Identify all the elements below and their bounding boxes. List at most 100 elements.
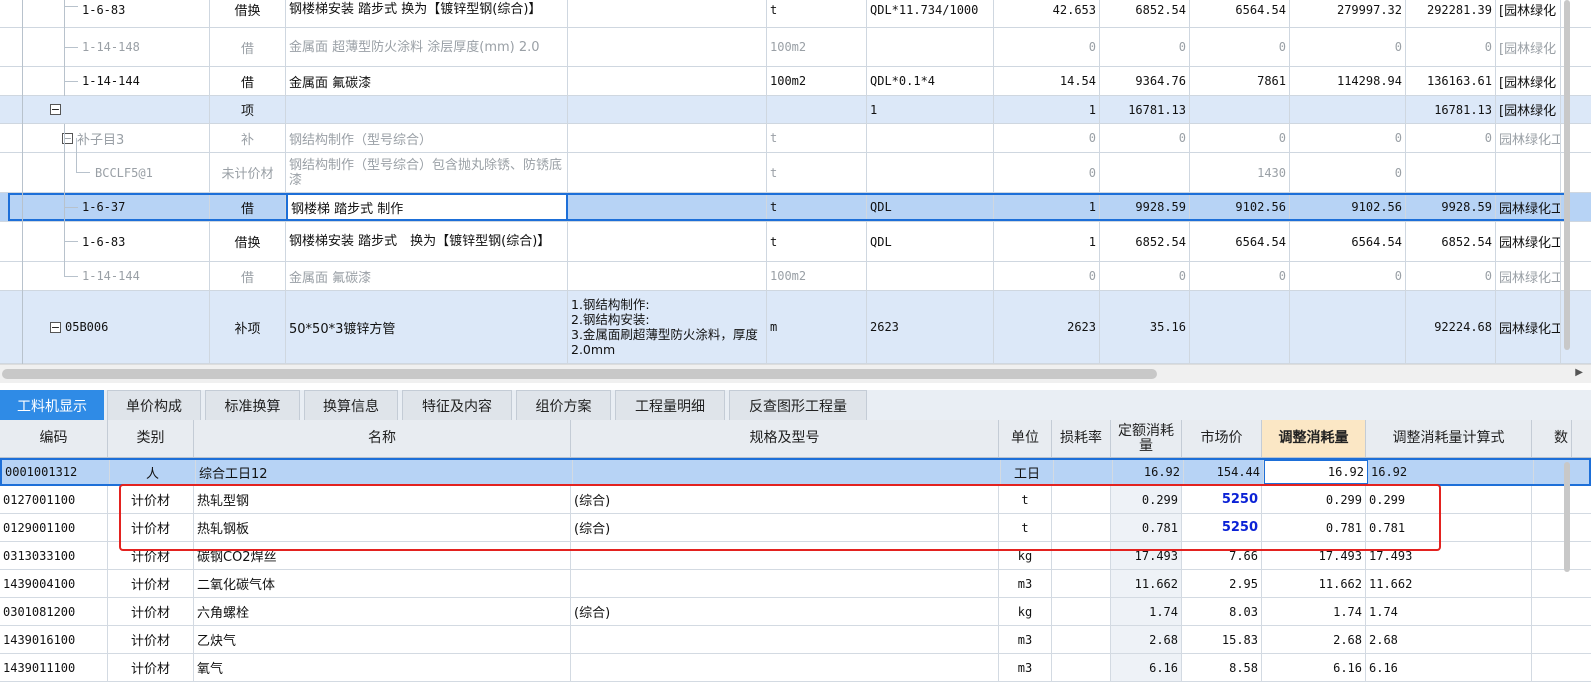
cell-loss[interactable]	[1052, 542, 1111, 569]
scroll-right-icon[interactable]: ▶	[1575, 367, 1583, 378]
cell-formula[interactable]: 11.662	[1366, 570, 1532, 597]
cell-loss[interactable]	[1052, 654, 1111, 681]
cell-formula[interactable]: 17.493	[1366, 542, 1532, 569]
cell-formula[interactable]: 6.16	[1366, 654, 1532, 681]
cell-loss[interactable]	[1052, 514, 1111, 541]
table-row[interactable]: 1-14-144 借 金属面 氟碳漆 100m2 QDL*0.1*4 14.54…	[0, 67, 1591, 96]
row-name[interactable]: 金属面 氟碳漆	[286, 262, 568, 290]
cell-formula[interactable]: 2.68	[1366, 626, 1532, 653]
row-expr[interactable]	[867, 153, 994, 192]
header-market[interactable]: 市场价	[1182, 420, 1262, 457]
header-spec[interactable]: 规格及型号	[571, 420, 999, 457]
row-name[interactable]: 钢楼梯安装 踏步式 换为【镀锌型钢(综合)】	[286, 222, 568, 261]
table-row[interactable]: 1439016100 计价材 乙炔气 m3 2.68 15.83 2.68 2.…	[0, 626, 1591, 654]
header-type[interactable]: 类别	[108, 420, 194, 457]
tab-standard-conversion[interactable]: 标准换算	[205, 390, 300, 420]
cell-formula[interactable]: 16.92	[1368, 460, 1534, 484]
scroll-thumb[interactable]	[1564, 462, 1570, 572]
header-quota[interactable]: 定额消耗量	[1111, 420, 1182, 457]
table-row[interactable]: 1-14-144 借 金属面 氟碳漆 100m2 0 0 0 0 0 园林绿化工	[0, 262, 1591, 291]
cell-loss[interactable]	[1054, 460, 1113, 484]
row-total1	[1290, 291, 1406, 363]
tab-features[interactable]: 特征及内容	[402, 390, 512, 420]
cell-adjust-editor[interactable]: 16.92	[1264, 460, 1368, 484]
cell-adjust[interactable]: 0.781	[1262, 514, 1366, 541]
tab-resource-display[interactable]: 工料机显示	[0, 390, 104, 420]
row-name[interactable]: 钢楼梯安装 踏步式 换为【镀锌型钢(综合)】	[286, 0, 568, 27]
cell-loss[interactable]	[1052, 486, 1111, 513]
cell-formula[interactable]: 1.74	[1366, 598, 1532, 625]
cell-adjust[interactable]: 17.493	[1262, 542, 1366, 569]
scroll-thumb[interactable]	[2, 369, 1157, 379]
row-name[interactable]: 金属面 超薄型防火涂料 涂层厚度(mm) 2.0	[286, 28, 568, 66]
cell-market[interactable]: 15.83	[1182, 626, 1262, 653]
row-name[interactable]: 金属面 氟碳漆	[286, 67, 568, 95]
table-row[interactable]: 1-6-83 借换 钢楼梯安装 踏步式 换为【镀锌型钢(综合)】 t QDL*1…	[0, 0, 1591, 28]
row-expr[interactable]	[867, 28, 994, 66]
header-name[interactable]: 名称	[194, 420, 571, 457]
header-unit[interactable]: 单位	[999, 420, 1052, 457]
cell-formula[interactable]: 0.299	[1366, 486, 1532, 513]
tab-conversion-info[interactable]: 换算信息	[304, 390, 398, 420]
vertical-scrollbar[interactable]	[1561, 462, 1591, 682]
table-row[interactable]: 1-14-148 借 金属面 超薄型防火涂料 涂层厚度(mm) 2.0 100m…	[0, 28, 1591, 67]
table-row[interactable]: 1439004100 计价材 二氧化碳气体 m3 11.662 2.95 11.…	[0, 570, 1591, 598]
row-name-editor[interactable]: 钢楼梯 踏步式 制作	[286, 193, 568, 221]
cell-market[interactable]: 5250	[1182, 514, 1262, 541]
collapse-icon[interactable]: −	[50, 104, 61, 115]
cell-loss[interactable]	[1052, 598, 1111, 625]
row-name[interactable]: 钢结构制作（型号综合）	[286, 124, 568, 152]
row-name[interactable]: 50*50*3镀锌方管	[286, 291, 568, 363]
table-row[interactable]: 0301081200 计价材 六角螺栓 (综合) kg 1.74 8.03 1.…	[0, 598, 1591, 626]
table-row[interactable]: − 项 1 1 16781.13 16781.13 [园林绿化	[0, 96, 1591, 124]
cell-adjust[interactable]: 11.662	[1262, 570, 1366, 597]
cell-adjust[interactable]: 2.68	[1262, 626, 1366, 653]
row-expr[interactable]: 2623	[867, 291, 994, 363]
horizontal-scrollbar[interactable]: ▶	[0, 364, 1591, 383]
cell-formula[interactable]: 0.781	[1366, 514, 1532, 541]
cell-market[interactable]: 8.03	[1182, 598, 1262, 625]
cell-market[interactable]: 7.66	[1182, 542, 1262, 569]
table-row[interactable]: 0313033100 计价材 碳钢CO2焊丝 kg 17.493 7.66 17…	[0, 542, 1591, 570]
row-expr[interactable]: QDL	[867, 222, 994, 261]
row-expr[interactable]: QDL*0.1*4	[867, 67, 994, 95]
cell-adjust[interactable]: 6.16	[1262, 654, 1366, 681]
table-row-selected[interactable]: 0001001312 人 综合工日12 工日 16.92 154.44 16.9…	[0, 458, 1591, 486]
cell-adjust[interactable]: 1.74	[1262, 598, 1366, 625]
table-row[interactable]: − 补子目3 补 钢结构制作（型号综合） t 0 0 0 0 0 园林绿化工	[0, 124, 1591, 153]
vertical-scrollbar[interactable]	[1561, 0, 1591, 362]
cell-market[interactable]: 154.44	[1184, 460, 1264, 484]
cell-market[interactable]: 8.58	[1182, 654, 1262, 681]
table-row-selected[interactable]: 1-6-37 借 钢楼梯 踏步式 制作 t QDL 1 9928.59 9102…	[0, 193, 1591, 222]
scroll-thumb[interactable]	[1564, 0, 1570, 350]
row-name[interactable]	[286, 96, 568, 123]
cell-adjust[interactable]: 0.299	[1262, 486, 1366, 513]
row-name[interactable]: 钢结构制作（型号综合）包含抛丸除锈、防锈底漆	[286, 153, 568, 192]
row-expr[interactable]: 1	[867, 96, 994, 123]
header-formula[interactable]: 调整消耗量计算式	[1366, 420, 1532, 457]
table-row[interactable]: 1439011100 计价材 氧气 m3 6.16 8.58 6.16 6.16	[0, 654, 1591, 682]
row-expr[interactable]: QDL*11.734/1000	[867, 0, 994, 27]
row-expr[interactable]	[867, 124, 994, 152]
table-row[interactable]: 1-6-83 借换 钢楼梯安装 踏步式 换为【镀锌型钢(综合)】 t QDL 1…	[0, 222, 1591, 262]
header-loss[interactable]: 损耗率	[1052, 420, 1111, 457]
tab-quantity-detail[interactable]: 工程量明细	[615, 390, 725, 420]
cell-market[interactable]: 2.95	[1182, 570, 1262, 597]
collapse-icon[interactable]: −	[50, 321, 61, 333]
header-code[interactable]: 编码	[0, 420, 108, 457]
tab-pricing-scheme[interactable]: 组价方案	[516, 390, 611, 420]
table-row[interactable]: BCCLF5@1 未计价材 钢结构制作（型号综合）包含抛丸除锈、防锈底漆 t 0…	[0, 153, 1591, 193]
table-row[interactable]: 0129001100 计价材 热轧钢板 (综合) t 0.781 5250 0.…	[0, 514, 1591, 542]
cell-loss[interactable]	[1052, 570, 1111, 597]
tab-reverse-lookup[interactable]: 反查图形工程量	[729, 390, 867, 420]
header-adjust[interactable]: 调整消耗量	[1262, 420, 1366, 457]
row-expr[interactable]	[867, 262, 994, 290]
table-row[interactable]: 0127001100 计价材 热轧型钢 (综合) t 0.299 5250 0.…	[0, 486, 1591, 514]
row-expr[interactable]: QDL	[867, 193, 994, 221]
row-prof: [园林绿化	[1496, 0, 1561, 27]
cell-market[interactable]: 5250	[1182, 486, 1262, 513]
cell-loss[interactable]	[1052, 626, 1111, 653]
table-row[interactable]: − 05B006 补项 50*50*3镀锌方管 1.钢结构制作: 2.钢结构安装…	[0, 291, 1591, 364]
header-extra[interactable]: 数	[1532, 420, 1572, 457]
tab-unit-price[interactable]: 单价构成	[107, 390, 201, 420]
